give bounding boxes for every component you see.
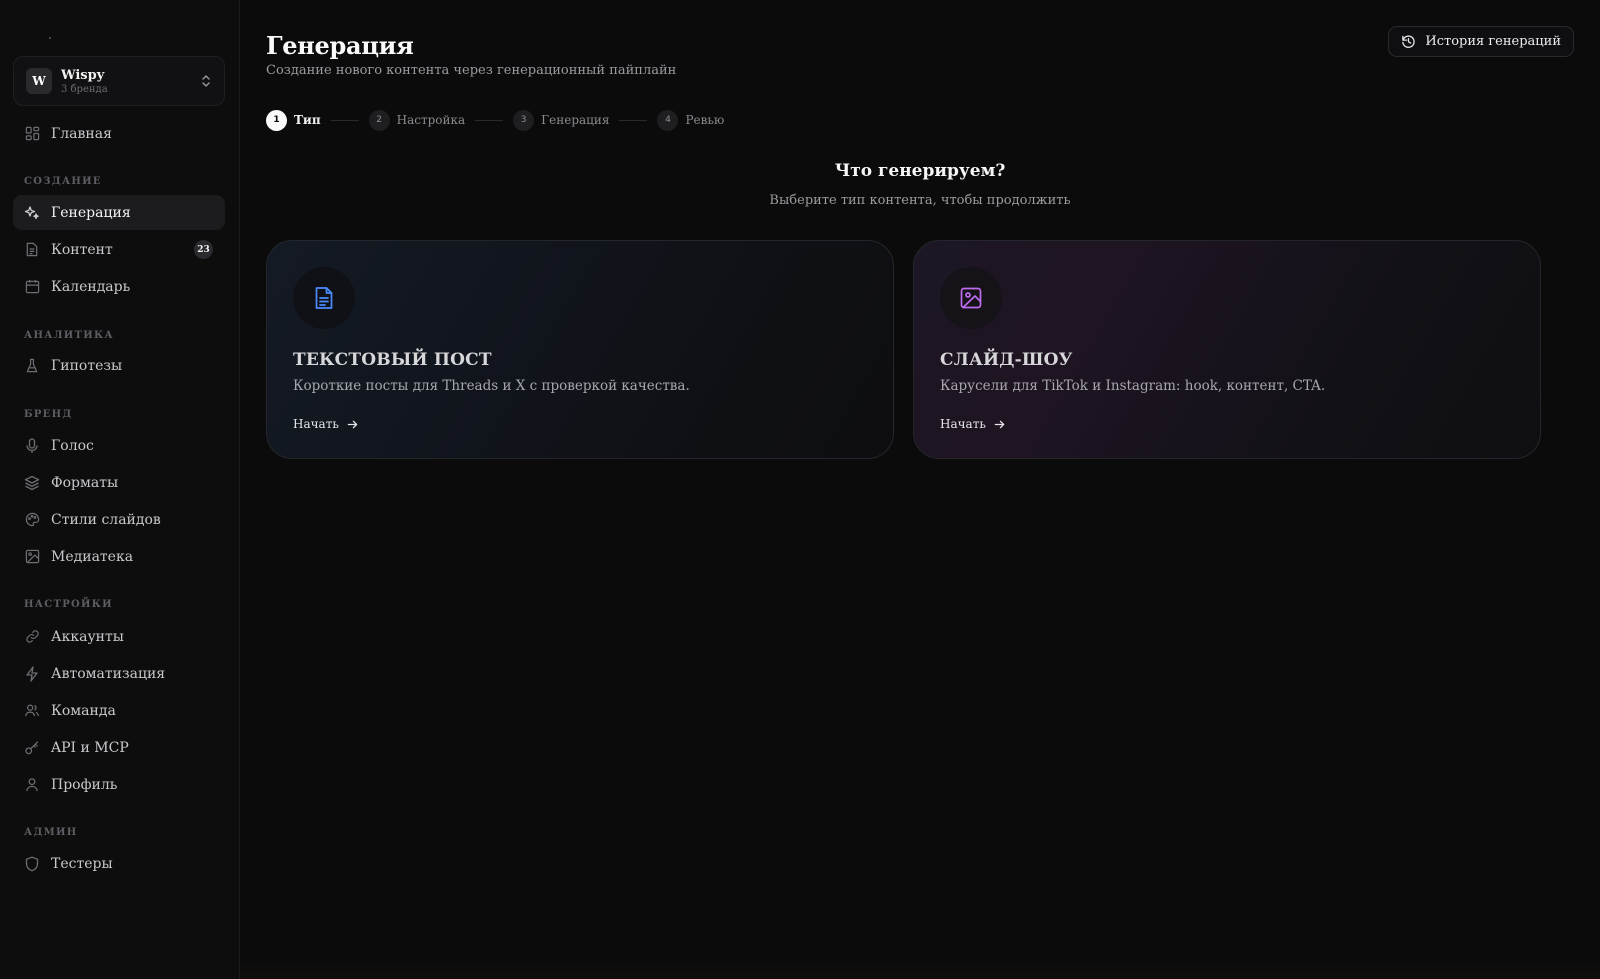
- arrow-right-icon: [347, 419, 358, 430]
- link-icon: [24, 629, 40, 645]
- text-post-card[interactable]: ТЕКСТОВЫЙ ПОСТ Короткие посты для Thread…: [266, 240, 894, 459]
- sparkles-icon: [24, 205, 40, 221]
- section-analytics: АНАЛИТИКА: [24, 330, 114, 341]
- brand-name: Wispy: [61, 67, 105, 83]
- step-connector: [475, 119, 504, 121]
- users-icon: [24, 703, 40, 719]
- sidebar-item-slide-styles[interactable]: Стили слайдов: [13, 502, 225, 537]
- sidebar-item-voice[interactable]: Голос: [13, 428, 225, 463]
- sidebar-item-label: Команда: [51, 702, 116, 719]
- sidebar-item-label: API и MCP: [51, 739, 129, 756]
- bottom-glow: [240, 959, 1600, 979]
- page-subtitle: Создание нового контента через генерацио…: [266, 63, 677, 78]
- grid-icon: [24, 126, 40, 142]
- history-button[interactable]: История генераций: [1388, 26, 1574, 57]
- file-text-icon: [313, 286, 335, 310]
- sidebar-item-team[interactable]: Команда: [13, 693, 225, 728]
- section-heading: Что генерируем?: [834, 161, 1006, 181]
- card-description: Карусели для TikTok и Instagram: hook, к…: [940, 378, 1326, 394]
- step-generation[interactable]: 3 Генерация: [513, 109, 610, 131]
- sidebar-item-api[interactable]: API и MCP: [13, 730, 225, 765]
- user-icon: [24, 777, 40, 793]
- card-icon-circle: [293, 267, 355, 329]
- sidebar-item-label: Генерация: [51, 204, 131, 221]
- sidebar-item-testers[interactable]: Тестеры: [13, 846, 225, 881]
- brand-switcher[interactable]: W Wispy 3 бренда: [13, 56, 225, 106]
- sidebar-item-accounts[interactable]: Аккаунты: [13, 619, 225, 654]
- microphone-icon: [24, 437, 40, 454]
- sidebar-item-label: Медиатека: [51, 548, 134, 565]
- step-setup[interactable]: 2 Настройка: [368, 109, 466, 131]
- sidebar-item-label: Профиль: [51, 776, 118, 793]
- section-settings: НАСТРОЙКИ: [24, 599, 113, 610]
- sidebar-item-content[interactable]: Контент 23: [13, 232, 225, 267]
- sidebar-item-label: Форматы: [51, 474, 119, 491]
- palette-icon: [24, 512, 40, 528]
- layers-icon: [24, 475, 40, 491]
- step-label: Настройка: [396, 113, 466, 127]
- step-label: Ревью: [685, 113, 725, 127]
- calendar-icon: [24, 279, 40, 295]
- lightning-icon: [24, 665, 40, 682]
- main-content: Генерация Создание нового контента через…: [240, 0, 1600, 979]
- history-button-label: История генераций: [1425, 34, 1561, 49]
- sidebar-item-profile[interactable]: Профиль: [13, 767, 225, 802]
- document-icon: [24, 242, 40, 258]
- step-number: 1: [266, 109, 287, 131]
- start-link[interactable]: Начать: [940, 417, 1005, 431]
- step-number: 3: [513, 109, 535, 131]
- sidebar-item-home[interactable]: Главная: [13, 116, 225, 151]
- sidebar-item-label: Главная: [51, 125, 112, 142]
- sidebar-item-label: Тестеры: [51, 855, 113, 872]
- sidebar: W Wispy 3 бренда Главная СОЗДАНИЕ Генера…: [0, 0, 240, 979]
- sidebar-item-generation[interactable]: Генерация: [13, 195, 225, 230]
- section-subheading: Выберите тип контента, чтобы продолжить: [769, 193, 1071, 208]
- sidebar-item-hypotheses[interactable]: Гипотезы: [13, 348, 225, 383]
- brand-avatar: W: [26, 68, 52, 94]
- page-title: Генерация: [266, 31, 414, 60]
- step-label: Генерация: [541, 113, 610, 127]
- sidebar-item-label: Стили слайдов: [51, 511, 161, 528]
- start-link[interactable]: Начать: [293, 417, 358, 431]
- image-icon: [959, 286, 983, 310]
- step-label: Тип: [294, 113, 321, 127]
- content-count-badge: 23: [194, 240, 213, 259]
- shield-icon: [24, 856, 40, 872]
- stepper: 1 Тип 2 Настройка 3 Генерация 4 Ревью: [266, 109, 724, 131]
- section-admin: АДМИН: [24, 827, 78, 838]
- sidebar-item-formats[interactable]: Форматы: [13, 465, 225, 500]
- section-brand: БРЕНД: [24, 409, 73, 420]
- step-number: 2: [368, 109, 390, 131]
- section-create: СОЗДАНИЕ: [24, 176, 102, 187]
- sidebar-item-media[interactable]: Медиатека: [13, 539, 225, 574]
- sidebar-item-automation[interactable]: Автоматизация: [13, 656, 225, 691]
- arrow-right-icon: [994, 419, 1005, 430]
- card-icon-circle: [940, 267, 1002, 329]
- card-title: СЛАЙД-ШОУ: [940, 350, 1073, 370]
- flask-icon: [24, 358, 40, 374]
- sidebar-item-label: Аккаунты: [51, 628, 124, 645]
- card-title: ТЕКСТОВЫЙ ПОСТ: [293, 350, 492, 370]
- chevron-up-down-icon: [200, 74, 212, 88]
- start-link-label: Начать: [293, 417, 339, 431]
- step-review[interactable]: 4 Ревью: [657, 109, 725, 131]
- sidebar-item-label: Голос: [51, 437, 94, 454]
- sidebar-item-label: Контент: [51, 241, 113, 258]
- start-link-label: Начать: [940, 417, 986, 431]
- sidebar-item-label: Автоматизация: [51, 665, 166, 682]
- sidebar-item-label: Календарь: [51, 278, 131, 295]
- step-type[interactable]: 1 Тип: [266, 109, 321, 131]
- brand-count: 3 бренда: [61, 83, 108, 95]
- step-connector: [619, 119, 648, 121]
- sidebar-item-calendar[interactable]: Календарь: [13, 269, 225, 304]
- image-icon: [24, 549, 40, 565]
- step-number: 4: [657, 109, 679, 131]
- sidebar-dot: [49, 37, 51, 39]
- history-icon: [1401, 34, 1416, 49]
- key-icon: [24, 740, 40, 756]
- slideshow-card[interactable]: СЛАЙД-ШОУ Карусели для TikTok и Instagra…: [913, 240, 1541, 459]
- card-description: Короткие посты для Threads и X с проверк…: [293, 378, 690, 394]
- step-connector: [330, 119, 359, 121]
- sidebar-item-label: Гипотезы: [51, 357, 123, 374]
